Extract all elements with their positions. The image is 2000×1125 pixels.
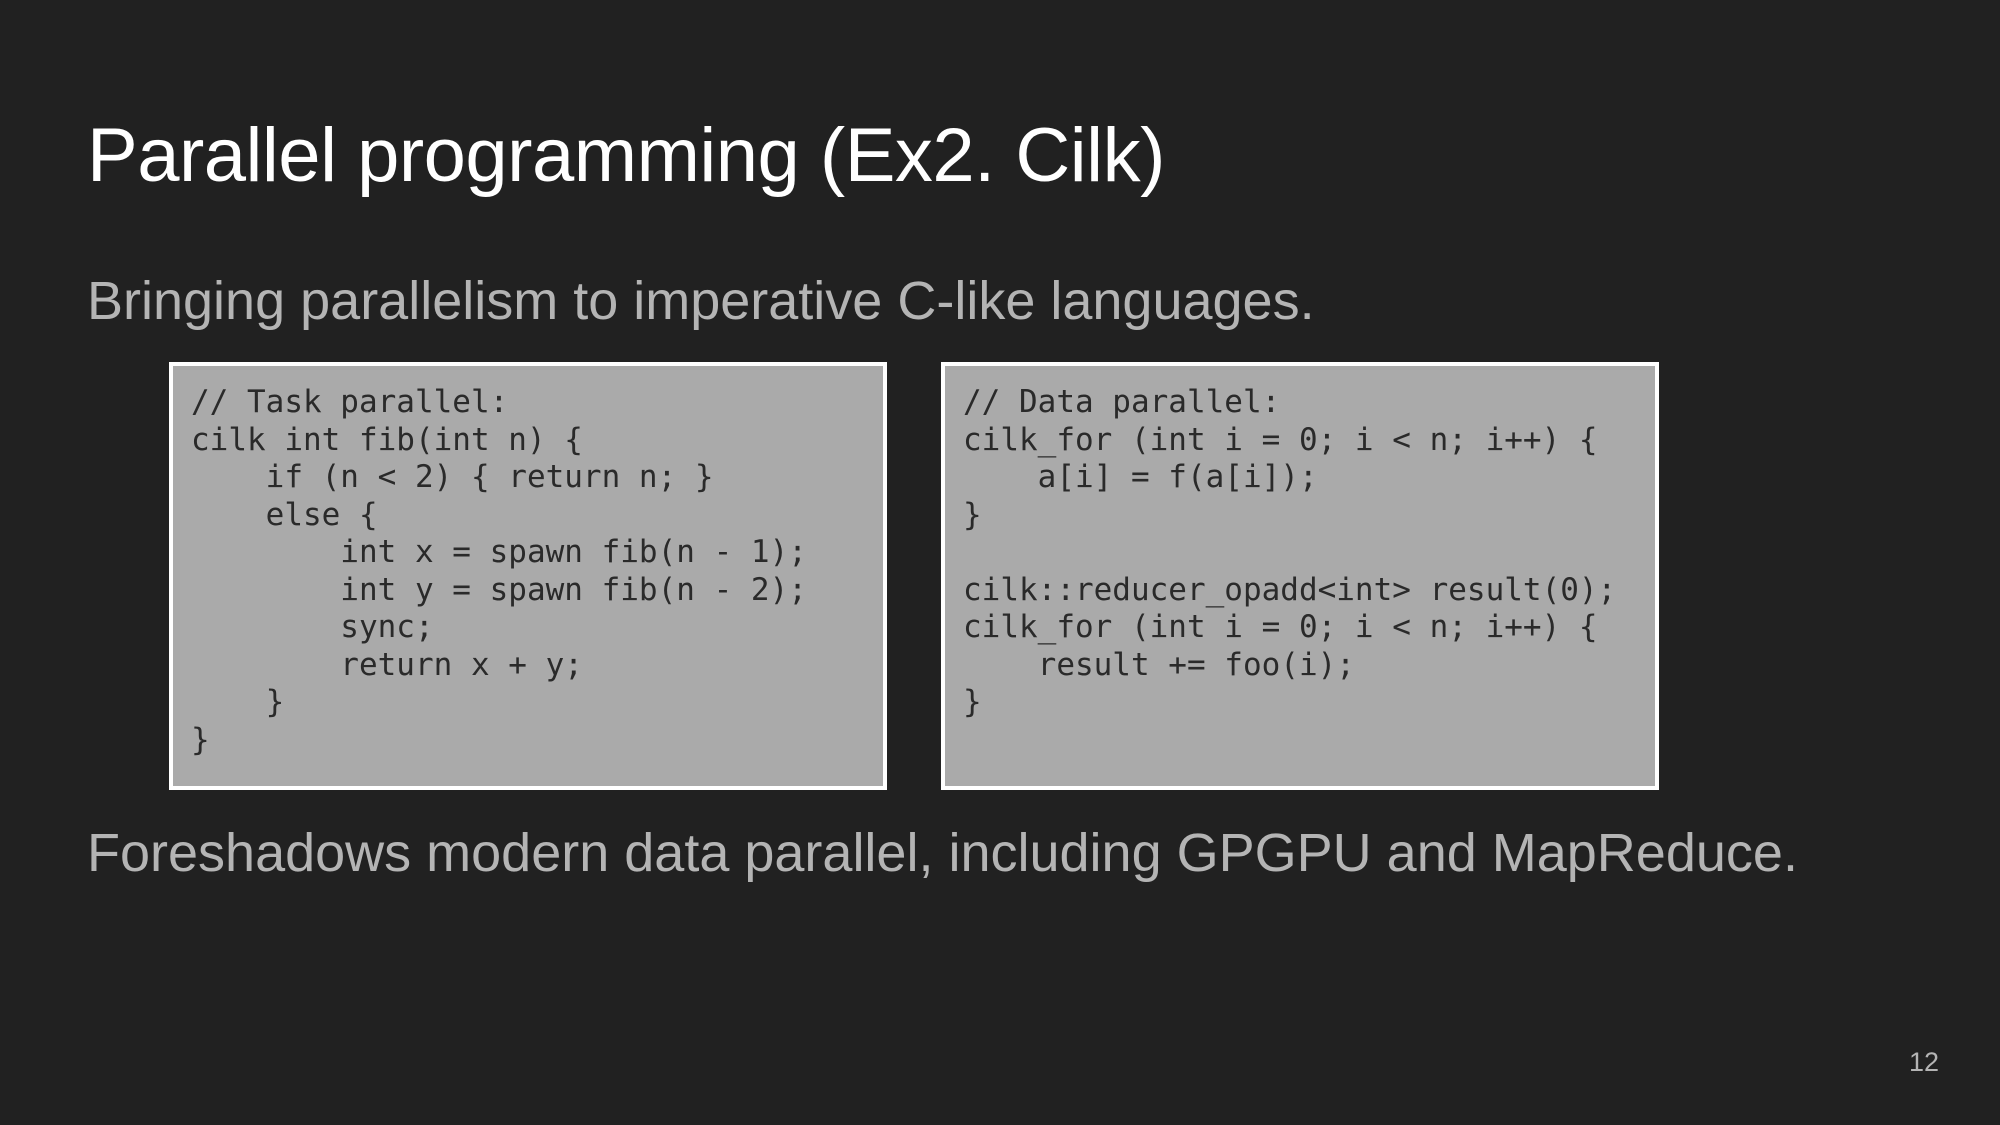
slide-footer-text: Foreshadows modern data parallel, includ…	[87, 823, 1798, 883]
slide-subtitle: Bringing parallelism to imperative C-lik…	[87, 271, 1315, 331]
slide-title: Parallel programming (Ex2. Cilk)	[87, 113, 1165, 198]
data-parallel-code: // Data parallel: cilk_for (int i = 0; i…	[963, 384, 1617, 720]
page-number: 12	[1908, 1047, 1939, 1077]
data-parallel-code-box: // Data parallel: cilk_for (int i = 0; i…	[941, 362, 1659, 790]
task-parallel-code-box: // Task parallel: cilk int fib(int n) { …	[169, 362, 887, 790]
slide: Parallel programming (Ex2. Cilk) Bringin…	[0, 0, 2000, 1125]
task-parallel-code: // Task parallel: cilk int fib(int n) { …	[191, 384, 807, 758]
